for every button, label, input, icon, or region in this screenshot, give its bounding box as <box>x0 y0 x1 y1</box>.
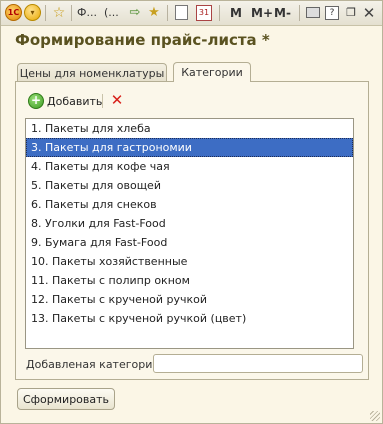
plus-icon: + <box>28 93 44 109</box>
page-title: Формирование прайс-листа * <box>15 31 270 49</box>
star-icon[interactable]: ★ <box>146 4 162 21</box>
document-icon[interactable] <box>172 4 190 21</box>
window-toolbar: 1C ▾ ☆ Ф... (... ⇨ ★ 31 M M+ M- ? ❐ ✕ <box>1 1 382 26</box>
list-item[interactable]: 5. Пакеты для овощей <box>26 176 353 195</box>
list-item[interactable]: 12. Пакеты с крученой ручкой <box>26 290 353 309</box>
list-item[interactable]: 4. Пакеты для кофе чая <box>26 157 353 176</box>
form-window: 1C ▾ ☆ Ф... (... ⇨ ★ 31 M M+ M- ? ❐ ✕ Фо… <box>0 0 383 424</box>
delete-icon[interactable]: ✕ <box>110 93 124 108</box>
list-item-selected[interactable]: 3. Пакеты для гастрономии <box>26 138 353 157</box>
categories-panel: + Добавить ✕ 1. Пакеты для хлеба 3. Паке… <box>15 81 369 380</box>
list-item[interactable]: 13. Пакеты с крученой ручкой (цвет) <box>26 309 353 328</box>
favorite-star-icon[interactable]: ☆ <box>51 4 67 21</box>
toolbar-divider <box>102 94 103 108</box>
list-item[interactable]: 10. Пакеты хозяйственные <box>26 252 353 271</box>
main-menu-button[interactable]: ▾ <box>24 4 41 21</box>
memory-m-button[interactable]: M <box>230 4 242 21</box>
onec-logo-icon: 1C <box>5 4 22 21</box>
added-category-input[interactable] <box>153 354 363 373</box>
list-item[interactable]: 11. Пакеты с полипр окном <box>26 271 353 290</box>
nav-hint: (... <box>104 6 119 19</box>
tab-prices[interactable]: Цены для номенклатуры <box>17 63 167 82</box>
printer-icon <box>306 7 320 18</box>
added-category-label: Добавленая категория: <box>26 358 163 371</box>
close-icon[interactable]: ✕ <box>362 4 376 22</box>
help-button[interactable]: ? <box>324 4 340 21</box>
toolbar-separator <box>219 5 220 21</box>
memory-m-plus-button[interactable]: M+ <box>251 4 273 21</box>
list-item[interactable]: 1. Пакеты для хлеба <box>26 119 353 138</box>
toolbar-separator <box>45 5 46 21</box>
list-item[interactable]: 8. Уголки для Fast-Food <box>26 214 353 233</box>
memory-m-minus-button[interactable]: M- <box>274 4 291 21</box>
restore-window-icon[interactable]: ❐ <box>344 4 358 21</box>
chevron-down-icon: ▾ <box>24 4 41 21</box>
window-title-short: Ф... <box>77 6 97 19</box>
calendar-button[interactable]: 31 <box>195 4 213 21</box>
help-icon: ? <box>325 5 339 20</box>
list-item[interactable]: 6. Пакеты для снеков <box>26 195 353 214</box>
add-button-label: Добавить <box>47 94 103 108</box>
tab-categories[interactable]: Категории <box>173 62 251 82</box>
toolbar-separator <box>299 5 300 21</box>
navigate-link-icon[interactable]: ⇨ <box>127 4 143 21</box>
calendar-icon: 31 <box>196 4 212 21</box>
category-list[interactable]: 1. Пакеты для хлеба 3. Пакеты для гастро… <box>25 118 354 349</box>
add-button[interactable]: + Добавить <box>28 92 102 110</box>
print-button[interactable] <box>305 4 321 21</box>
toolbar-separator <box>71 5 72 21</box>
list-item[interactable]: 9. Бумага для Fast-Food <box>26 233 353 252</box>
resize-grip[interactable] <box>370 411 380 421</box>
toolbar-separator <box>167 5 168 21</box>
generate-button[interactable]: Сформировать <box>17 388 115 410</box>
onec-menu-button[interactable]: 1C <box>5 4 22 21</box>
